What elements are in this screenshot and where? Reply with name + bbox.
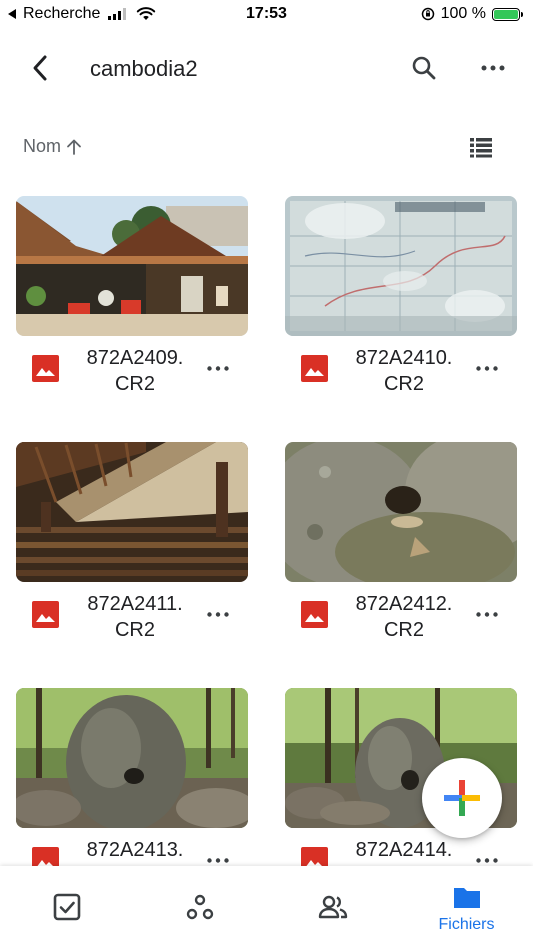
- file-card[interactable]: 872A2412. CR2: [285, 442, 517, 646]
- file-card[interactable]: 872A2413. CR2: [16, 688, 248, 892]
- more-horizontal-icon: [207, 857, 229, 863]
- orientation-lock-icon: [421, 7, 434, 21]
- file-card[interactable]: 872A2409. CR2: [16, 196, 248, 400]
- file-thumbnail[interactable]: [16, 196, 248, 336]
- file-thumbnail[interactable]: [16, 442, 248, 582]
- bottom-navigation: Fichiers: [0, 866, 533, 948]
- list-view-button[interactable]: [468, 134, 494, 160]
- image-file-icon: [32, 601, 59, 628]
- back-button[interactable]: [24, 52, 56, 84]
- file-more-button[interactable]: [475, 358, 499, 378]
- folder-icon: [453, 888, 480, 908]
- image-file-icon: [301, 355, 328, 382]
- people-icon: [318, 895, 347, 919]
- file-name: 872A2409. CR2: [86, 347, 184, 395]
- more-horizontal-icon: [207, 365, 229, 371]
- battery-percentage: 100 %: [440, 5, 486, 22]
- file-more-button[interactable]: [206, 604, 230, 624]
- more-horizontal-icon: [207, 611, 229, 617]
- image-file-icon: [301, 601, 328, 628]
- list-view-icon: [470, 138, 492, 158]
- status-bar: Recherche 17:53 100 %: [0, 0, 533, 30]
- file-thumbnail[interactable]: [16, 688, 248, 828]
- file-card[interactable]: 872A2410. CR2: [285, 196, 517, 400]
- nav-item-files[interactable]: Fichiers: [400, 866, 533, 948]
- app-header: cambodia2: [0, 40, 533, 96]
- image-file-icon: [32, 355, 59, 382]
- arrow-up-icon: [67, 139, 81, 155]
- more-horizontal-icon: [476, 365, 498, 371]
- file-thumbnail[interactable]: [285, 442, 517, 582]
- check-square-icon: [53, 893, 80, 921]
- sort-label: Nom: [23, 136, 62, 156]
- folder-title: cambodia2: [90, 56, 198, 81]
- search-icon: [412, 56, 436, 80]
- battery-icon: [492, 7, 523, 21]
- file-name: 872A2412. CR2: [355, 593, 453, 641]
- plus-icon: [444, 780, 480, 816]
- more-horizontal-icon: [476, 857, 498, 863]
- nav-item-shared-drives[interactable]: [133, 866, 266, 948]
- new-button[interactable]: [422, 758, 502, 838]
- shared-drives-icon: [186, 894, 213, 920]
- file-card[interactable]: 872A2411. CR2: [16, 442, 248, 646]
- status-right: 100 %: [421, 5, 523, 23]
- nav-item-shared[interactable]: [266, 866, 399, 948]
- nav-item-priority[interactable]: [0, 866, 133, 948]
- file-more-button[interactable]: [475, 604, 499, 624]
- more-options-button[interactable]: [477, 52, 509, 84]
- search-button[interactable]: [408, 52, 440, 84]
- file-more-button[interactable]: [206, 358, 230, 378]
- more-horizontal-icon: [481, 65, 505, 71]
- nav-label-files: Fichiers: [438, 916, 495, 933]
- sort-by-name-button[interactable]: Nom: [23, 136, 83, 157]
- file-thumbnail[interactable]: [285, 196, 517, 336]
- file-name: 872A2411. CR2: [87, 593, 183, 641]
- back-arrow-icon: [33, 55, 47, 81]
- file-name: 872A2410. CR2: [355, 347, 453, 395]
- more-horizontal-icon: [476, 611, 498, 617]
- sort-row: Nom: [0, 130, 533, 162]
